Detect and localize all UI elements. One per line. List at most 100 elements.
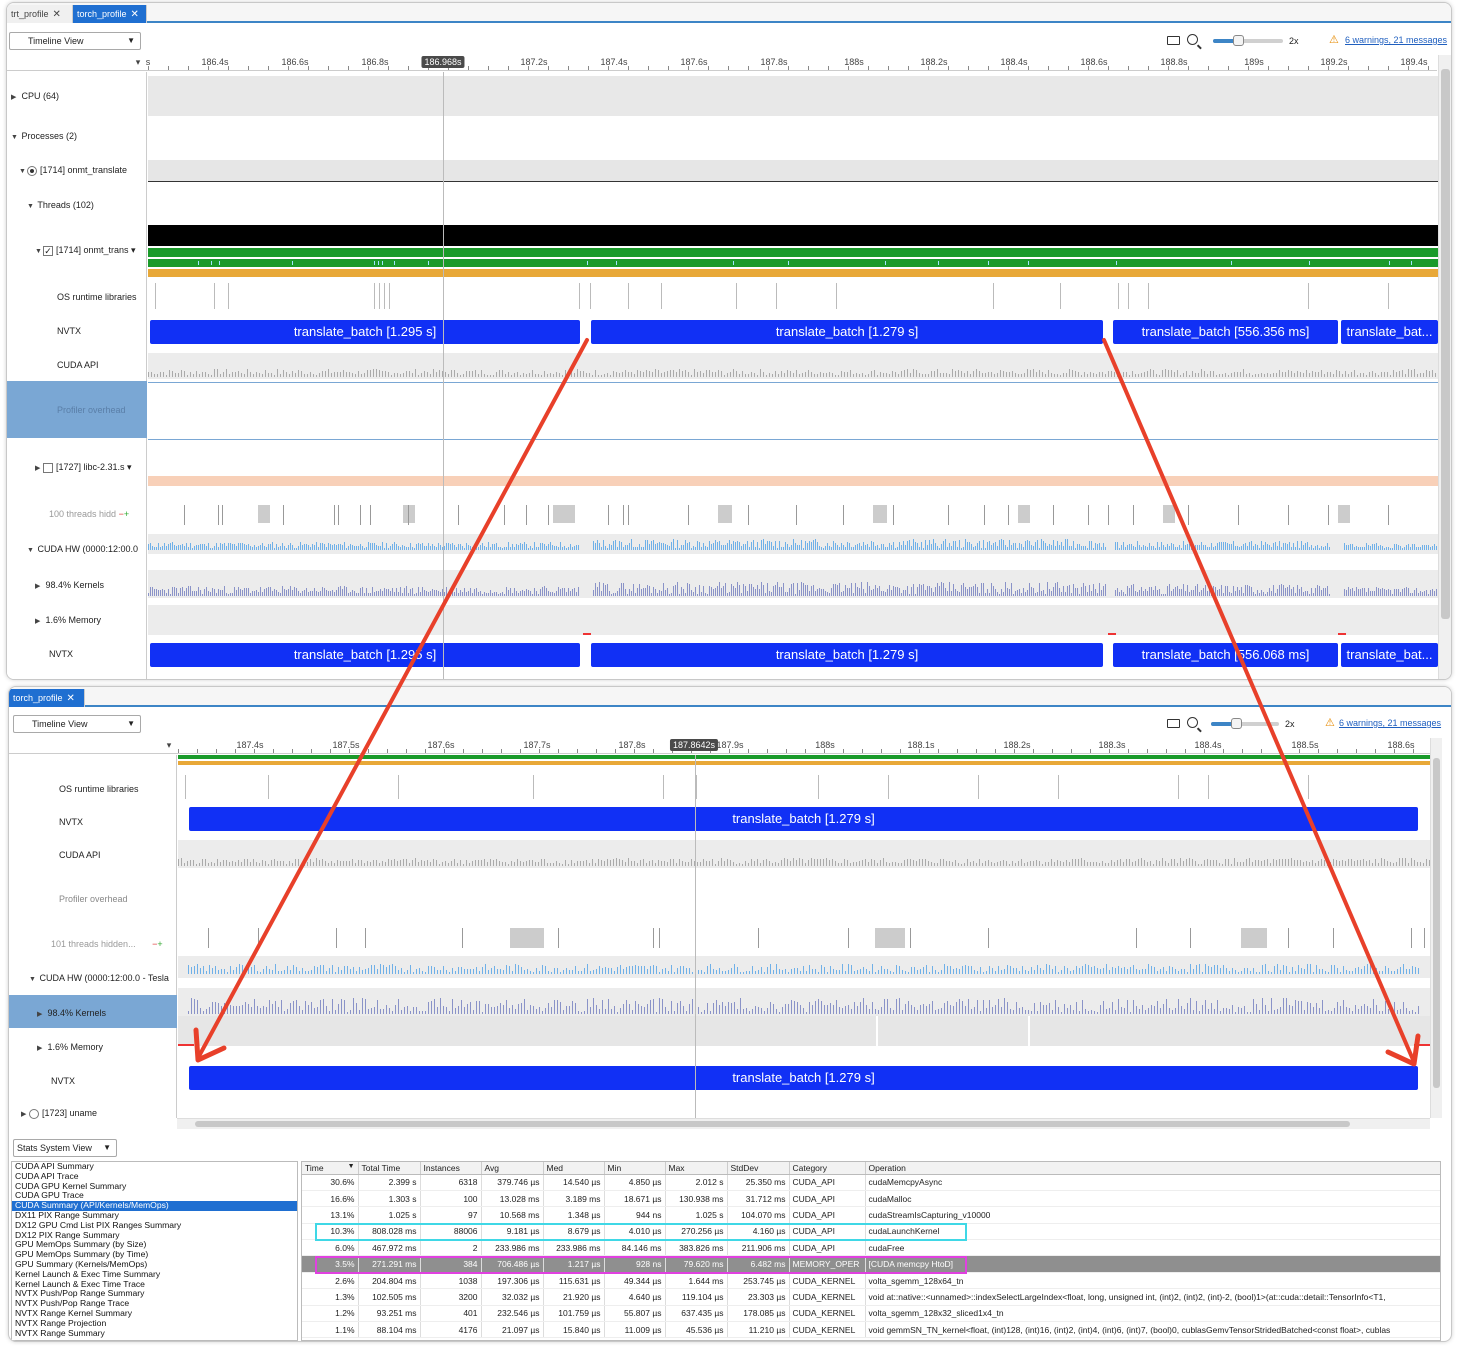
row-profiler-overhead[interactable]: Profiler overhead <box>59 894 128 904</box>
nvtx-range[interactable]: translate_batch [1.279 s] <box>189 807 1418 831</box>
expand-icon[interactable]: ▶ <box>37 1010 45 1018</box>
nvtx-gpu-range[interactable]: translate_batch [1.279 s] <box>591 643 1103 667</box>
row-cpu[interactable]: ▶ CPU (64) <box>11 91 59 101</box>
plus-icon[interactable]: + <box>157 939 162 949</box>
stats-table[interactable]: Time ▼ Total Time Instances Avg Med Min Max StdD… <box>302 1162 1440 1339</box>
column-header[interactable]: Category <box>789 1162 866 1175</box>
keyboard-icon[interactable] <box>1167 36 1180 45</box>
table-row[interactable]: 3.5% 271.291 ms 384 706.486 µs 1.217 µs 928 n… <box>302 1255 1440 1273</box>
stats-view-select[interactable]: Stats System View ▼ <box>13 1139 117 1157</box>
thread-sample-bar[interactable] <box>178 761 1430 765</box>
thread-state-bar[interactable] <box>148 259 1438 267</box>
plus-icon[interactable]: + <box>124 509 129 519</box>
thread-sample-bar[interactable] <box>148 269 1438 277</box>
row-process[interactable]: ▼ [1714] onmt_translate <box>19 165 127 176</box>
horizontal-scrollbar-thumb[interactable] <box>195 1121 1350 1127</box>
column-header[interactable]: Time ▼ <box>302 1162 359 1175</box>
row-processes[interactable]: ▼ Processes (2) <box>11 131 77 141</box>
column-header[interactable]: StdDev <box>727 1162 790 1175</box>
row-libc[interactable]: ▶ [1727] libc-2.31.s ▾ <box>35 462 132 473</box>
expand-icon[interactable]: ▶ <box>11 93 19 101</box>
table-row[interactable]: 10.3% 808.028 ms 88006 9.181 µs 8.679 µs 4.01… <box>302 1223 1440 1241</box>
row-profiler-overhead[interactable]: Profiler overhead <box>57 405 126 415</box>
zoom-slider[interactable] <box>1211 718 1279 729</box>
row-hidden-threads[interactable]: 100 threads hidd −+ <box>49 509 129 519</box>
collapse-icon[interactable]: ▼ <box>35 248 43 255</box>
chevron-down-icon[interactable]: ▾ <box>125 462 132 472</box>
report-item[interactable]: NVTX Range Summary <box>12 1328 297 1339</box>
table-row[interactable]: 16.6% 1.303 s 100 13.028 ms 3.189 ms 18.671 µ… <box>302 1190 1440 1208</box>
nvtx-range[interactable]: translate_bat... <box>1341 320 1438 344</box>
nvtx-gpu-range[interactable]: translate_bat... <box>1341 643 1438 667</box>
collapse-icon[interactable]: ▼ <box>27 547 35 554</box>
timeline-tracks[interactable]: translate_batch [1.295 s] translate_batch… <box>148 72 1438 679</box>
process-radio[interactable] <box>27 165 37 176</box>
row-nvtx[interactable]: NVTX <box>57 326 81 336</box>
ruler-dropdown-icon[interactable]: ▾ <box>167 740 172 751</box>
nvtx-gpu-range[interactable]: translate_batch [556.068 ms] <box>1113 643 1338 667</box>
expand-icon[interactable]: ▶ <box>35 582 43 590</box>
tab-torch-profile[interactable]: torch_profile ✕ <box>9 689 85 707</box>
table-row[interactable]: 13.1% 1.025 s 97 10.568 ms 1.348 µs 944 ns 1.0… <box>302 1206 1440 1224</box>
view-select[interactable]: Timeline View ▼ <box>9 32 141 50</box>
warnings-link[interactable]: 6 warnings, 21 messages <box>1345 35 1447 45</box>
process-track[interactable] <box>148 160 1438 182</box>
row-os-runtime[interactable]: OS runtime libraries <box>57 292 137 302</box>
table-row[interactable]: 6.0% 467.972 ms 2 233.986 ms 233.986 ms 84.14… <box>302 1239 1440 1257</box>
vertical-scrollbar[interactable] <box>1438 55 1451 679</box>
row-thread[interactable]: ▼ ✓ [1714] onmt_trans ▾ <box>35 245 136 256</box>
nvtx-gpu-range[interactable]: translate_batch [1.295 s] <box>150 643 580 667</box>
chevron-down-icon[interactable]: ▼ <box>103 1140 111 1156</box>
report-list[interactable]: CUDA API Summary CUDA API Trace CUDA GPU K… <box>11 1161 298 1341</box>
horizontal-scrollbar[interactable] <box>177 1118 1430 1129</box>
table-row[interactable]: 2.6% 204.804 ms 1038 197.306 µs 115.631 µs 49… <box>302 1272 1440 1290</box>
row-hidden-threads[interactable]: 101 threads hidden... −+ <box>51 939 163 949</box>
zoom-slider-knob[interactable] <box>1233 35 1244 46</box>
collapse-icon[interactable]: ▼ <box>27 203 35 210</box>
collapse-icon[interactable]: ▼ <box>19 168 27 175</box>
cuda-hw-track[interactable] <box>178 956 1430 978</box>
row-nvtx-gpu[interactable]: NVTX <box>51 1076 75 1086</box>
row-kernels[interactable]: ▶ 98.4% Kernels <box>35 580 104 590</box>
row-memory[interactable]: ▶ 1.6% Memory <box>37 1042 103 1052</box>
timeline-tracks[interactable]: translate_batch [1.279 s] translate_batch… <box>178 755 1430 1118</box>
row-nvtx-gpu[interactable]: NVTX <box>49 649 73 659</box>
tab-trt-profile[interactable]: trt_profile ✕ <box>7 5 73 23</box>
time-ruler[interactable]: ▾ s 186.4s 186.6s 186.8s 187.2s 187.4s 187.6s 1… <box>7 55 1437 71</box>
keyboard-icon[interactable] <box>1167 719 1180 728</box>
vertical-scrollbar[interactable] <box>1430 738 1442 1118</box>
zoom-slider[interactable] <box>1213 35 1283 46</box>
row-cuda-api[interactable]: CUDA API <box>57 360 99 370</box>
close-icon[interactable]: ✕ <box>131 9 139 20</box>
expand-icon[interactable]: ▶ <box>35 617 43 625</box>
table-row[interactable]: 30.6% 2.399 s 6318 379.746 µs 14.540 µs 4.850… <box>302 1174 1440 1191</box>
close-icon[interactable]: ✕ <box>67 693 75 704</box>
time-ruler[interactable]: ▾ 187.4s 187.5s 187.6s 187.7s 187.8s 187.9s 18… <box>9 738 1430 754</box>
tab-torch-profile[interactable]: torch_profile ✕ <box>73 5 147 23</box>
cpu-track[interactable] <box>148 76 1438 116</box>
ruler-dropdown-icon[interactable]: ▾ <box>136 57 141 68</box>
column-header[interactable]: Med <box>543 1162 605 1175</box>
expand-icon[interactable]: ▶ <box>37 1044 45 1052</box>
warnings-link[interactable]: 6 warnings, 21 messages <box>1339 718 1441 728</box>
libc-track[interactable] <box>148 476 1438 486</box>
nvtx-range[interactable]: translate_batch [556.356 ms] <box>1113 320 1338 344</box>
sort-desc-icon[interactable]: ▼ <box>348 1163 355 1170</box>
thread-state-bar[interactable] <box>178 755 1430 759</box>
close-icon[interactable]: ✕ <box>53 9 61 20</box>
chevron-down-icon[interactable]: ▾ <box>129 245 136 255</box>
row-threads[interactable]: ▼ Threads (102) <box>27 200 94 210</box>
thread-checkbox[interactable] <box>43 462 53 473</box>
nvtx-gpu-range[interactable]: translate_batch [1.279 s] <box>189 1066 1418 1090</box>
row-cuda-hw[interactable]: ▼ CUDA HW (0000:12:00.0 <box>27 544 138 554</box>
row-uname[interactable]: ▶ [1723] uname <box>21 1108 97 1119</box>
process-radio[interactable] <box>29 1108 39 1119</box>
nvtx-range[interactable]: translate_batch [1.295 s] <box>150 320 580 344</box>
nvtx-range[interactable]: translate_batch [1.279 s] <box>591 320 1103 344</box>
thread-state-bar[interactable] <box>148 248 1438 257</box>
view-select[interactable]: Timeline View ▼ <box>13 715 141 733</box>
row-memory[interactable]: ▶ 1.6% Memory <box>35 615 101 625</box>
thread-utilization-bar[interactable] <box>148 225 1438 246</box>
zoom-out-icon[interactable] <box>1187 34 1198 45</box>
zoom-out-icon[interactable] <box>1187 717 1198 728</box>
